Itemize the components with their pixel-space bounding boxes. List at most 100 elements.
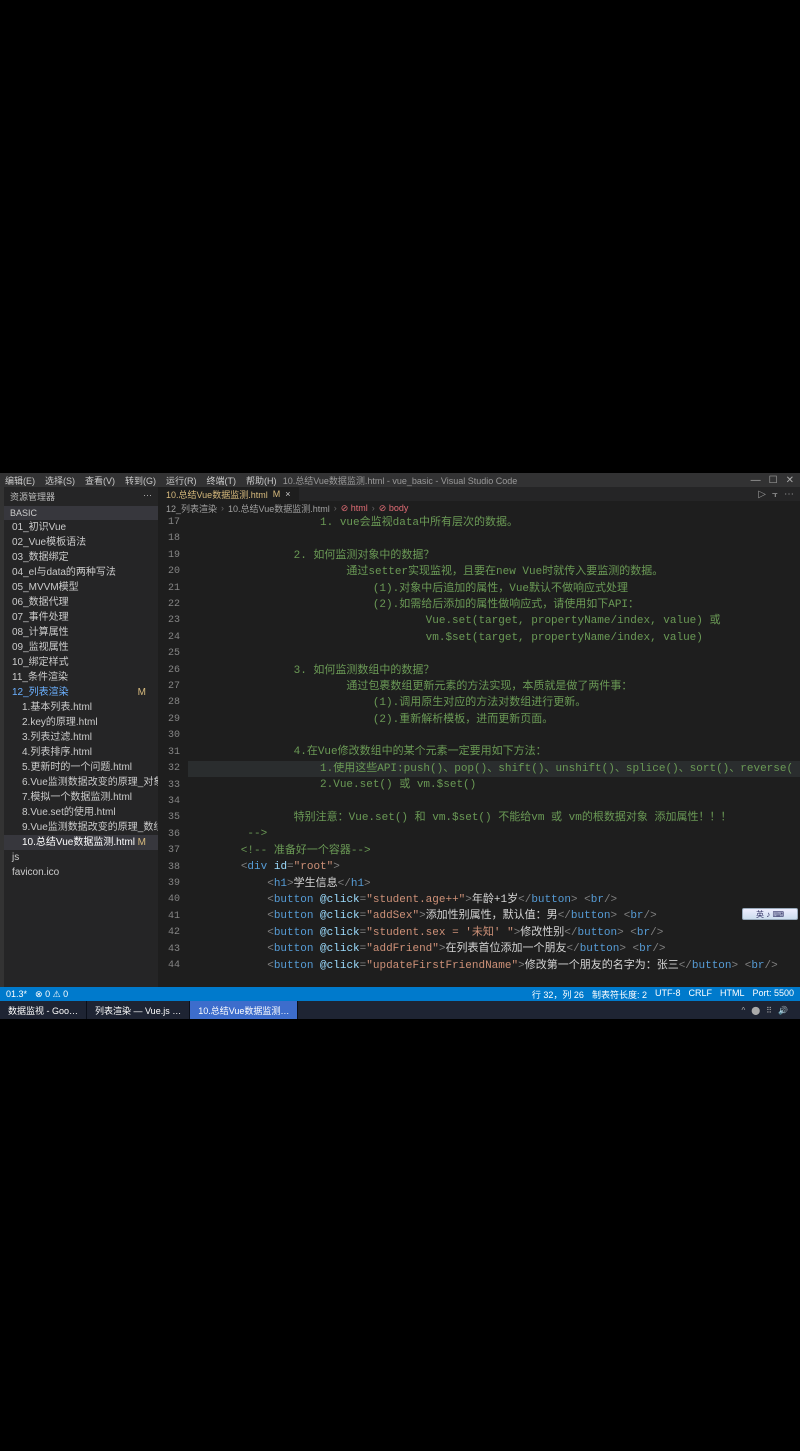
editor-tab-active[interactable]: 10.总结Vue数据监测.html M × (158, 487, 299, 502)
file-item[interactable]: 01_初识Vue (4, 520, 158, 535)
code-line[interactable]: (1).调用原生对应的方法对数组进行更新。 (188, 695, 800, 711)
menu-item[interactable]: 运行(R) (166, 474, 197, 487)
letterbox-top (0, 0, 800, 473)
code-line[interactable] (188, 646, 800, 662)
status-problems[interactable]: ⊗ 0 ⚠ 0 (35, 989, 68, 1000)
file-item[interactable]: 6.Vue监测数据改变的原理_对象.html (4, 775, 158, 790)
code-line[interactable]: 特别注意：Vue.set() 和 vm.$set() 不能给vm 或 vm的根数… (188, 810, 800, 826)
menu-item[interactable]: 选择(S) (45, 474, 75, 487)
file-item[interactable]: favicon.ico (4, 865, 158, 880)
status-eol[interactable]: CRLF (688, 988, 712, 1001)
status-port[interactable]: Port: 5500 (752, 988, 794, 1001)
menu-item[interactable]: 转到(G) (125, 474, 156, 487)
tab-close-icon[interactable]: × (285, 489, 290, 499)
file-item[interactable]: js (4, 850, 158, 865)
menu-item[interactable]: 帮助(H) (246, 474, 277, 487)
file-item[interactable]: 06_数据代理 (4, 595, 158, 610)
taskbar-item[interactable]: 数据监视 - Goo… (0, 1001, 87, 1019)
menu-item[interactable]: 查看(V) (85, 474, 115, 487)
status-language[interactable]: HTML (720, 988, 745, 1001)
line-number: 38 (162, 860, 180, 876)
code-line[interactable] (188, 794, 800, 810)
file-item[interactable]: 3.列表过滤.html (4, 730, 158, 745)
code-editor[interactable]: 1718192021222324252627282930313233343536… (158, 515, 800, 987)
status-encoding[interactable]: UTF-8 (655, 988, 681, 1001)
more-icon[interactable]: ··· (143, 490, 152, 503)
file-item[interactable]: 05_MVVM模型 (4, 580, 158, 595)
line-number: 34 (162, 794, 180, 810)
code-line[interactable]: 通过包裹数组更新元素的方法实现，本质就是做了两件事： (188, 679, 800, 695)
file-item[interactable]: 11_条件渲染 (4, 670, 158, 685)
status-cursor[interactable]: 行 32，列 26 (532, 988, 584, 1001)
breadcrumbs[interactable]: 12_列表渲染›10.总结Vue数据监测.html›⊘ html›⊘ body (158, 501, 800, 515)
line-number-gutter: 1718192021222324252627282930313233343536… (158, 515, 188, 987)
file-item[interactable]: 5.更新时的一个问题.html (4, 760, 158, 775)
menu-item[interactable]: 终端(T) (207, 474, 237, 487)
taskbar-item[interactable]: 列表渲染 — Vue.js … (87, 1001, 190, 1019)
file-item[interactable]: 07_事件处理 (4, 610, 158, 625)
breadcrumb-segment[interactable]: ⊘ html (341, 503, 368, 514)
code-line[interactable]: <button @click="student.sex = '未知' ">修改性… (188, 925, 800, 941)
more-actions-icon[interactable]: ⋯ (784, 489, 794, 500)
file-item[interactable]: 9.Vue监测数据改变的原理_数组.html (4, 820, 158, 835)
run-icon[interactable]: ▷ (758, 489, 766, 500)
code-line[interactable]: <button @click="addFriend">在列表首位添加一个朋友</… (188, 941, 800, 957)
code-line[interactable]: <div id="root"> (188, 859, 800, 875)
tray-icon[interactable]: ⬤ (751, 1006, 760, 1015)
file-item[interactable]: 09_监视属性 (4, 640, 158, 655)
file-item[interactable]: 04_el与data的两种写法 (4, 565, 158, 580)
code-line[interactable]: <!-- 准备好一个容器--> (188, 843, 800, 859)
line-number: 17 (162, 515, 180, 531)
code-line[interactable]: <button @click="updateFirstFriendName">修… (188, 958, 800, 974)
system-tray[interactable]: ^ ⬤ ⠿ 🔊 (741, 1006, 800, 1015)
tray-icon[interactable]: ^ (741, 1006, 745, 1015)
line-number: 19 (162, 548, 180, 564)
file-item[interactable]: 10.总结Vue数据监测.html (4, 835, 158, 850)
code-line[interactable]: Vue.set(target, propertyName/index, valu… (188, 613, 800, 629)
line-number: 18 (162, 531, 180, 547)
breadcrumb-segment[interactable]: 12_列表渲染 (166, 502, 217, 515)
code-line[interactable]: --> (188, 826, 800, 842)
code-line[interactable]: (1).对象中后追加的属性，Vue默认不做响应式处理 (188, 581, 800, 597)
maximize-icon[interactable]: ☐ (769, 475, 778, 486)
file-item[interactable]: 02_Vue模板语法 (4, 535, 158, 550)
code-line[interactable]: vm.$set(target, propertyName/index, valu… (188, 630, 800, 646)
tray-icon[interactable]: 🔊 (778, 1006, 788, 1015)
ime-floating-bar[interactable]: 英 ♪ ⌨ (742, 908, 798, 920)
file-item[interactable]: 10_绑定样式 (4, 655, 158, 670)
close-icon[interactable]: ✕ (786, 475, 794, 486)
tray-icon[interactable]: ⠿ (766, 1006, 772, 1015)
code-line[interactable]: 3. 如何监测数组中的数据？ (188, 663, 800, 679)
file-item[interactable]: 1.基本列表.html (4, 700, 158, 715)
file-item[interactable]: 7.模拟一个数据监测.html (4, 790, 158, 805)
section-header[interactable]: BASIC (4, 506, 158, 520)
split-editor-icon[interactable]: ⫟ (772, 489, 778, 500)
code-line[interactable]: <button @click="addSex">添加性别属性，默认值：男</bu… (188, 908, 800, 924)
code-line[interactable]: <h1>学生信息</h1> (188, 876, 800, 892)
status-spaces[interactable]: 制表符长度: 2 (592, 988, 647, 1001)
code-line[interactable] (188, 531, 800, 547)
file-item[interactable]: 2.key的原理.html (4, 715, 158, 730)
breadcrumb-segment[interactable]: ⊘ body (379, 503, 409, 514)
code-line[interactable]: 2.Vue.set() 或 vm.$set() (188, 777, 800, 793)
file-item[interactable]: 8.Vue.set的使用.html (4, 805, 158, 820)
breadcrumb-segment[interactable]: 10.总结Vue数据监测.html (228, 502, 330, 515)
file-item[interactable]: 03_数据绑定 (4, 550, 158, 565)
code-line[interactable]: 2. 如何监测对象中的数据？ (188, 548, 800, 564)
code-line[interactable]: 1. vue会监视data中所有层次的数据。 (188, 515, 800, 531)
file-item[interactable]: 12_列表渲染 (4, 685, 158, 700)
status-branch[interactable]: 01.3* (6, 989, 27, 1000)
taskbar-item[interactable]: 10.总结Vue数据监测… (190, 1001, 298, 1019)
code-line[interactable]: (2).重新解析模板，进而更新页面。 (188, 712, 800, 728)
code-line[interactable]: 4.在Vue修改数组中的某个元素一定要用如下方法： (188, 744, 800, 760)
file-item[interactable]: 08_计算属性 (4, 625, 158, 640)
code-line[interactable] (188, 728, 800, 744)
code-line[interactable]: 通过setter实现监视，且要在new Vue时就传入要监测的数据。 (188, 564, 800, 580)
minimize-icon[interactable]: — (751, 475, 761, 486)
code-content[interactable]: 1. vue会监视data中所有层次的数据。 2. 如何监测对象中的数据？ 通过… (188, 515, 800, 987)
code-line[interactable]: (2).如需给后添加的属性做响应式，请使用如下API： (188, 597, 800, 613)
code-line[interactable]: 1.使用这些API:push()、pop()、shift()、unshift()… (188, 761, 800, 777)
menu-item[interactable]: 编辑(E) (5, 474, 35, 487)
code-line[interactable]: <button @click="student.age++">年龄+1岁</bu… (188, 892, 800, 908)
file-item[interactable]: 4.列表排序.html (4, 745, 158, 760)
